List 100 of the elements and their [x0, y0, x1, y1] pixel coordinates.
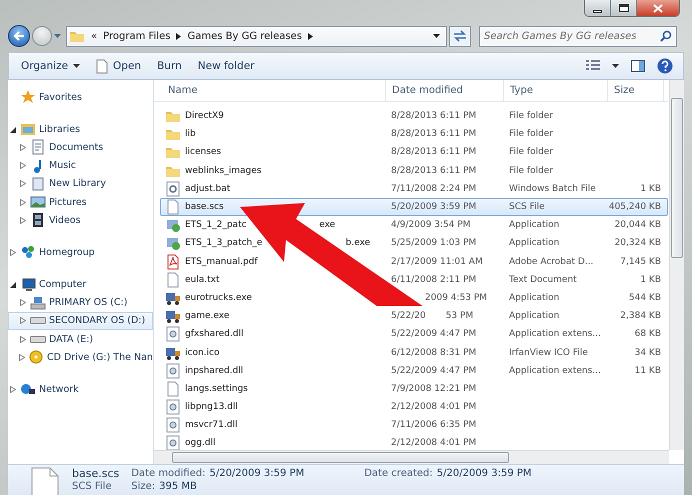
- maximize-button[interactable]: [611, 0, 637, 16]
- date-text: 7/11/2006 6:35 PM: [391, 420, 476, 430]
- column-header[interactable]: Size: [608, 80, 664, 102]
- date-text: 5/22/2009 4:47 PM: [391, 329, 476, 340]
- navigation-item[interactable]: Favorites: [8, 88, 153, 106]
- disc-icon: [28, 349, 44, 366]
- address-field[interactable]: « Program Files Games By GG releases: [66, 26, 447, 46]
- column-header[interactable]: Type: [504, 80, 608, 102]
- search-icon: [660, 30, 672, 42]
- navigation-item[interactable]: New Library: [8, 174, 153, 193]
- collapsed-triangle-icon: [10, 248, 16, 256]
- breadcrumb[interactable]: Games By GG releases: [187, 30, 302, 42]
- toolbar-button[interactable]: New folder: [192, 57, 260, 75]
- back-button[interactable]: [8, 25, 30, 47]
- size-text: 2,384 KB: [620, 311, 661, 322]
- navigation-item[interactable]: Music: [8, 156, 153, 175]
- navigation-item[interactable]: Homegroup: [8, 243, 153, 262]
- date-text: 4/9/2009 3:54 PM: [391, 220, 471, 230]
- left-arrow-icon: [13, 30, 25, 42]
- pdf-icon: [165, 254, 181, 270]
- toolbar-button[interactable]: Burn: [151, 57, 188, 75]
- navigation-item[interactable]: Documents: [8, 138, 153, 157]
- gear-document-icon: [165, 399, 181, 416]
- file-name: ETS_manual.pdf: [185, 256, 258, 267]
- navigation-item[interactable]: SECONDARY OS (D:): [8, 312, 153, 330]
- date-text: 5/22/2009 4:47 PM: [391, 366, 476, 376]
- file-name: DirectX9: [185, 111, 224, 122]
- navigation-item[interactable]: Network: [8, 380, 153, 399]
- truck-icon: [165, 308, 181, 324]
- date-text: 8/28/2013 6:11 PM: [391, 147, 476, 158]
- gear-document-icon: [165, 417, 181, 434]
- picture-icon: [30, 194, 46, 210]
- date-text: 2/12/2008 4:01 PM: [391, 438, 476, 448]
- collapsed-triangle-icon: [10, 386, 16, 394]
- file-name: adjust.bat: [185, 184, 230, 194]
- document-icon: [96, 58, 108, 74]
- library-icon: [30, 176, 46, 192]
- navigation-item[interactable]: DATA (E:): [8, 330, 153, 348]
- refresh-button[interactable]: [449, 26, 471, 46]
- column-header[interactable]: Date modified: [386, 80, 504, 102]
- file-name: libpng13.dll: [185, 402, 238, 412]
- file-name: inpshared.dll: [185, 366, 244, 376]
- date-text: 5/20/2009 3:59 PM: [391, 202, 476, 212]
- file-name: lib: [185, 129, 196, 140]
- collapsed-triangle-icon: [19, 354, 25, 361]
- horizontal-scrollbar[interactable]: [154, 450, 669, 464]
- overflow-chevron[interactable]: «: [91, 30, 98, 42]
- close-button[interactable]: [637, 0, 679, 16]
- gear-document-icon: [165, 362, 181, 379]
- detail-value: 395 MB: [159, 480, 197, 493]
- file-name: msvcr71.dll: [185, 420, 238, 430]
- size-text: 34 KB: [634, 348, 661, 358]
- vertical-scrollbar[interactable]: [669, 80, 684, 450]
- navigation-item[interactable]: Libraries: [8, 120, 153, 138]
- selected-row[interactable]: base.scs 5/20/2009 3:59 PM SCS File 405,240 KB: [160, 198, 668, 216]
- date-text: 2/12/2008 4:01 PM: [391, 402, 476, 412]
- document-icon: [165, 380, 181, 397]
- expanded-triangle-icon: [10, 281, 16, 288]
- type-text: IrfanView ICO File: [509, 348, 588, 358]
- gear-document-icon: [165, 180, 181, 197]
- search-field[interactable]: Search Games By GG releases: [479, 26, 677, 46]
- date-text: 5/25/2009 1:03 PM: [391, 238, 476, 248]
- type-text: Windows Batch File: [509, 184, 596, 194]
- date-text: 7/9/2008 12:21 PM: [391, 384, 476, 394]
- navigation-item[interactable]: Videos: [8, 211, 153, 230]
- toolbar-button[interactable]: Organize: [15, 57, 86, 75]
- windows-drive-icon: [30, 294, 46, 311]
- caret-icon: [433, 34, 440, 38]
- column-header[interactable]: Name: [154, 80, 386, 102]
- size-text: 1 KB: [640, 274, 661, 285]
- collapsed-triangle-icon: [20, 216, 26, 224]
- drive-icon: [30, 336, 46, 343]
- navigation-item[interactable]: CD Drive (G:) The Nan: [8, 348, 153, 366]
- type-text: Application: [509, 311, 560, 322]
- detail-value: 5/20/2009 3:59 PM: [209, 467, 304, 480]
- date-text: 6/11/2008 2:11 PM: [391, 274, 476, 285]
- type-text: SCS File: [509, 202, 545, 212]
- breadcrumb[interactable]: Program Files: [103, 30, 170, 42]
- document-icon: [165, 272, 181, 288]
- expanded-triangle-icon: [10, 126, 16, 133]
- file-name: ogg.dll: [185, 438, 216, 448]
- computer-icon: [20, 276, 36, 293]
- toolbar-button[interactable]: Open: [90, 56, 148, 76]
- file-name: base.scs: [185, 202, 224, 212]
- pane-icon: [631, 60, 645, 72]
- detail-label: Date modified:: [131, 467, 206, 480]
- navigation-item[interactable]: Pictures: [8, 192, 153, 212]
- navigation-item[interactable]: Computer: [8, 276, 153, 294]
- type-text: File folder: [509, 166, 554, 176]
- size-text: 11 KB: [634, 366, 661, 376]
- file-name: langs.settings: [185, 384, 248, 394]
- collapsed-triangle-icon: [20, 317, 26, 324]
- navigation-item[interactable]: PRIMARY OS (C:): [8, 294, 153, 312]
- collapsed-triangle-icon: [20, 336, 26, 343]
- minimize-button[interactable]: [585, 0, 611, 16]
- maximize-icon: [618, 4, 628, 12]
- collapsed-triangle-icon: [20, 198, 26, 206]
- file-type: SCS File: [72, 480, 113, 493]
- size-text: 68 KB: [634, 329, 661, 340]
- detail-value: 5/20/2009 3:59 PM: [436, 467, 532, 480]
